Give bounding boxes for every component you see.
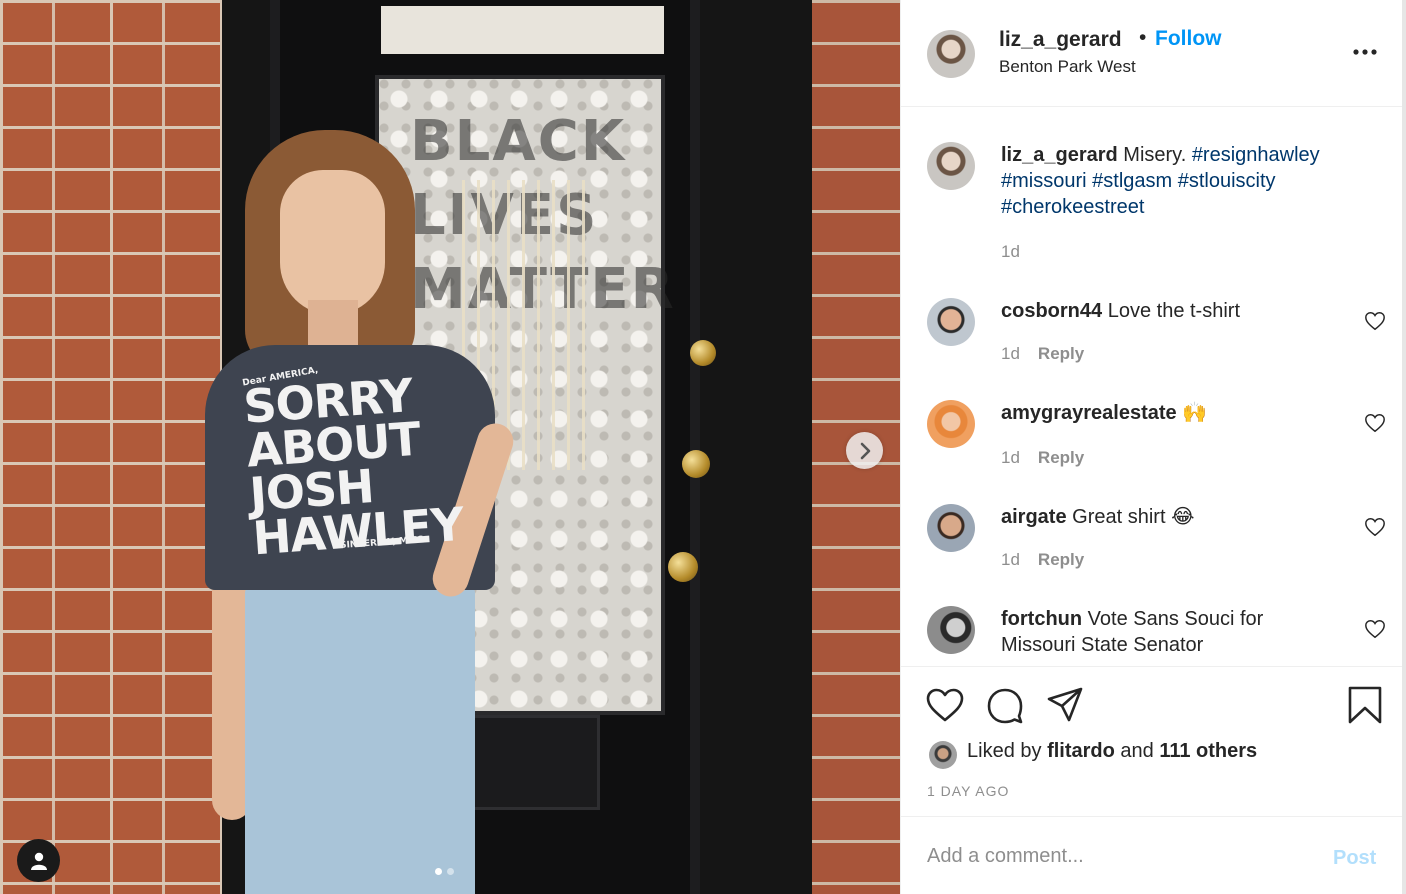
comment-meta: 1d Reply	[1001, 344, 1084, 364]
comment-input[interactable]	[927, 845, 1307, 868]
person-jeans	[245, 585, 475, 894]
reply-button[interactable]: Reply	[1038, 550, 1084, 569]
transom-window	[375, 0, 670, 60]
comments-list[interactable]: liz_a_gerard Misery. #resignhawley #miss…	[901, 108, 1403, 666]
comment-time[interactable]: 1d	[1001, 550, 1020, 569]
add-comment-bar: Post	[901, 816, 1403, 894]
comment-avatar[interactable]	[927, 606, 975, 654]
comment-text: airgate Great shirt 😂	[1001, 504, 1371, 530]
next-photo-button[interactable]	[846, 432, 883, 469]
door-lock	[690, 340, 716, 366]
comment-avatar[interactable]	[927, 298, 975, 346]
like-comment-heart-icon[interactable]	[1364, 516, 1386, 538]
author-username[interactable]: liz_a_gerard	[999, 28, 1122, 52]
carousel-indicator	[435, 868, 454, 875]
hashtag-link[interactable]: #missouri	[1001, 170, 1087, 192]
hashtag-link[interactable]: #resignhawley	[1192, 144, 1320, 166]
hashtag-link[interactable]: #cherokeestreet	[1001, 196, 1144, 218]
post-side-panel: liz_a_gerard • Follow Benton Park West l…	[900, 0, 1403, 894]
hashtag-link[interactable]: #stlgasm	[1092, 170, 1172, 192]
reply-button[interactable]: Reply	[1038, 448, 1084, 467]
comment-text: fortchun Vote Sans Souci for Missouri St…	[1001, 606, 1331, 658]
comment-username[interactable]: amygrayrealestate	[1001, 402, 1177, 424]
like-comment-heart-icon[interactable]	[1364, 412, 1386, 434]
user-icon	[30, 852, 47, 870]
comment-username[interactable]: cosborn44	[1001, 300, 1102, 322]
comment-time[interactable]: 1d	[1001, 448, 1020, 467]
hashtag-link[interactable]: #stlouiscity	[1178, 170, 1276, 192]
comment-meta: 1d Reply	[1001, 448, 1084, 468]
caption-username[interactable]: liz_a_gerard	[1001, 144, 1118, 166]
comment-avatar[interactable]	[927, 400, 975, 448]
reply-button[interactable]: Reply	[1038, 344, 1084, 363]
person-face	[280, 170, 385, 315]
share-paper-plane-icon[interactable]	[1045, 685, 1085, 725]
comment-body: 🙌	[1176, 402, 1208, 424]
like-heart-icon[interactable]	[925, 685, 965, 725]
post-comment-button[interactable]: Post	[1333, 847, 1376, 870]
author-avatar[interactable]	[927, 30, 975, 78]
person-figure: Dear AMERICA, SORRY ABOUT JOSH HAWLEY SI…	[200, 130, 518, 894]
post-location[interactable]: Benton Park West	[999, 57, 1136, 77]
comment-time[interactable]: 1d	[1001, 344, 1020, 363]
header-separator: •	[1139, 26, 1147, 49]
carousel-dot-active	[435, 868, 442, 875]
caption-body: Misery.	[1117, 144, 1192, 166]
page-scrollbar[interactable]	[1402, 0, 1406, 894]
door-knob	[668, 552, 698, 582]
brick-wall-left	[0, 0, 225, 894]
comment-body: Love the t-shirt	[1102, 300, 1240, 322]
liked-by-others[interactable]: 111 others	[1159, 740, 1257, 762]
follow-button[interactable]: Follow	[1155, 27, 1222, 51]
tagged-users-button[interactable]	[17, 839, 60, 882]
save-bookmark-icon[interactable]	[1345, 685, 1385, 725]
comment-username[interactable]: airgate	[1001, 506, 1067, 528]
post-actions: Liked by flitardo and 111 others 1 DAY A…	[901, 666, 1403, 816]
liked-prefix: Liked by	[967, 740, 1048, 762]
post-photo[interactable]: BLACK LIVES MATTER Dear AMERICA, SORRY A…	[0, 0, 900, 894]
post-timestamp[interactable]: 1 DAY AGO	[927, 783, 1009, 799]
comment-bubble-icon[interactable]	[985, 685, 1025, 725]
liked-by-text: Liked by flitardo and 111 others	[967, 740, 1257, 763]
comment-body: Great shirt 😂	[1066, 506, 1195, 528]
liker-avatar[interactable]	[929, 741, 957, 769]
like-comment-heart-icon[interactable]	[1364, 618, 1386, 640]
post-header: liz_a_gerard • Follow Benton Park West	[901, 0, 1403, 107]
chevron-right-icon	[860, 442, 870, 459]
comment-avatar[interactable]	[927, 504, 975, 552]
liked-mid: and	[1114, 740, 1160, 762]
more-options-button[interactable]	[1353, 36, 1377, 62]
comment-text: amygrayrealestate 🙌	[1001, 400, 1371, 426]
comment-text: cosborn44 Love the t-shirt	[1001, 298, 1371, 324]
carousel-dot	[447, 868, 454, 875]
caption-avatar[interactable]	[927, 142, 975, 190]
liked-by-user[interactable]: flitardo	[1047, 740, 1115, 762]
more-horizontal-icon	[1353, 49, 1377, 55]
caption-time[interactable]: 1d	[1001, 242, 1020, 262]
comment-meta: 1d Reply	[1001, 550, 1084, 570]
tshirt-slogan: SORRY ABOUT JOSH HAWLEY	[241, 368, 466, 566]
like-comment-heart-icon[interactable]	[1364, 310, 1386, 332]
door-deadbolt	[682, 450, 710, 478]
comment-username[interactable]: fortchun	[1001, 608, 1082, 630]
caption-text: liz_a_gerard Misery. #resignhawley #miss…	[1001, 142, 1371, 220]
